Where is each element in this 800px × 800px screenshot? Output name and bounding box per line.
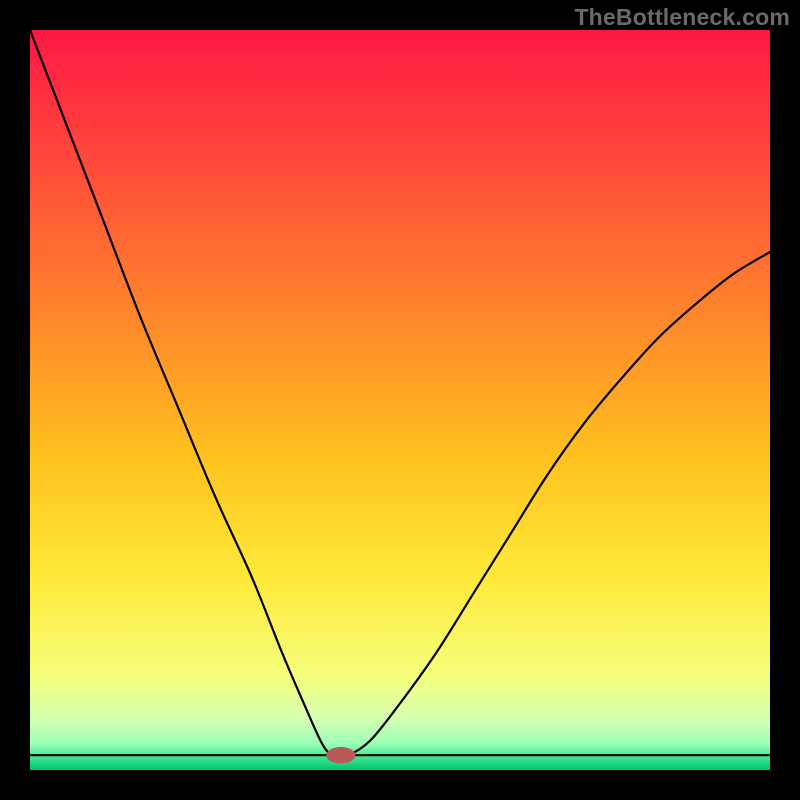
gradient-background: [30, 30, 770, 770]
plot-area: [30, 30, 770, 770]
chart-frame: TheBottleneck.com: [0, 0, 800, 800]
chart-svg: [30, 30, 770, 770]
optimal-marker: [326, 747, 356, 763]
watermark-text: TheBottleneck.com: [574, 4, 790, 31]
